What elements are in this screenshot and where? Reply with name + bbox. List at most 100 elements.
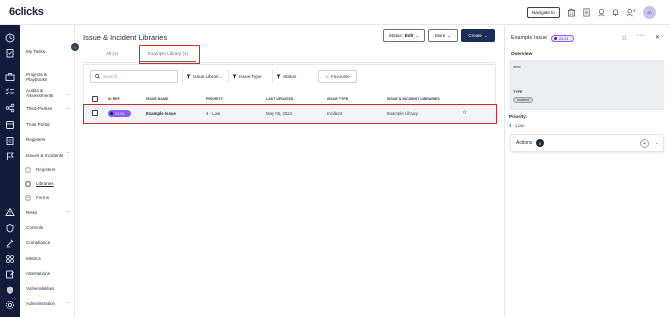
- page-title: Issue & Incident Libraries: [83, 33, 168, 42]
- filter-issue-libraries[interactable]: Issue Librari...: [182, 70, 222, 83]
- collapse-sidebar-button[interactable]: ‹: [71, 43, 79, 51]
- column-header-libraries[interactable]: ISSUE & INCIDENT LIBRARIES: [387, 97, 440, 101]
- column-header-issue-type[interactable]: ISSUE TYPE: [327, 97, 348, 101]
- more-label: More: [434, 33, 446, 38]
- column-header-id-ref[interactable]: ID REF: [108, 97, 120, 101]
- trust-portal-icon[interactable]: [5, 120, 15, 130]
- settings-icon[interactable]: [5, 300, 15, 310]
- network-icon[interactable]: [5, 103, 15, 113]
- building-icon[interactable]: [567, 8, 576, 17]
- detail-id-value: 24.01: [559, 36, 569, 41]
- more-button[interactable]: More ⌄: [428, 29, 458, 42]
- search-placeholder: Search...: [103, 74, 122, 79]
- tab-all[interactable]: All (1): [106, 51, 118, 56]
- avatar[interactable]: JD: [643, 6, 656, 19]
- bell-icon[interactable]: [611, 8, 620, 17]
- top-bar: 6clicks Navigate to JD: [0, 0, 670, 25]
- column-header-issue-name[interactable]: ISSUE NAME: [146, 97, 168, 101]
- briefcase-icon[interactable]: [5, 72, 15, 82]
- badge-dot: [554, 37, 557, 40]
- detail-id-badge: 24.01: [551, 35, 574, 42]
- sidebar-item-registers[interactable]: Registers: [26, 137, 45, 142]
- chevron-down-icon: ⌄: [66, 208, 70, 213]
- ai-assistant-icon[interactable]: [597, 8, 606, 17]
- star-icon[interactable]: ☆: [621, 34, 627, 42]
- navigate-to-button[interactable]: Navigate to: [527, 7, 560, 18]
- sidebar-item-vulnerabilities[interactable]: Vulnerabilities: [26, 286, 54, 291]
- id-badge: 24.01: [108, 110, 131, 117]
- sidebar-item-risks[interactable]: Risks: [26, 210, 37, 215]
- sidebar-item-compliance[interactable]: Compliance: [26, 240, 50, 245]
- user-switch-icon[interactable]: [626, 8, 636, 17]
- status-button[interactable]: Status: Edit ⌄: [383, 29, 425, 42]
- filter-icon: [276, 74, 281, 79]
- sidebar-item-trust-portal[interactable]: Trust Portal: [26, 122, 50, 127]
- document-icon[interactable]: [582, 8, 591, 17]
- sidebar-item-issues-incidents[interactable]: Issues & Incidents: [26, 153, 63, 158]
- filter-icon: [232, 74, 237, 79]
- more-options-icon[interactable]: ···: [637, 32, 644, 39]
- filter-issue-type[interactable]: Issue Type: [228, 70, 262, 83]
- column-header-priority[interactable]: PRIORITY: [206, 97, 223, 101]
- sidebar-item-attestations[interactable]: Attestations: [26, 271, 50, 276]
- detail-title: Example Issue: [511, 35, 548, 41]
- warning-icon[interactable]: [5, 207, 15, 217]
- add-action-button[interactable]: +: [640, 139, 649, 148]
- clock-icon[interactable]: [5, 33, 15, 43]
- sidebar-item-metrics[interactable]: Metrics: [26, 256, 41, 261]
- filter-status[interactable]: Status: [272, 70, 296, 83]
- sidebar-subitem-registers[interactable]: Registers: [36, 167, 55, 172]
- sidebar-item-my-tasks[interactable]: My Tasks: [26, 49, 45, 54]
- register-icon[interactable]: [5, 136, 15, 146]
- attestation-icon[interactable]: [5, 269, 15, 279]
- sidebar-item-third-parties[interactable]: Third-Parties: [26, 106, 52, 111]
- filter-label: Status: [283, 74, 297, 79]
- flag-icon[interactable]: [5, 151, 15, 161]
- chevron-up-icon: ⌄: [66, 151, 70, 156]
- form-icon: [25, 195, 31, 201]
- checklist-icon[interactable]: [5, 87, 15, 97]
- favourite-button[interactable]: ☆ Favourite: [318, 70, 357, 83]
- clipboard-icon[interactable]: [5, 48, 15, 58]
- sidebar-subitem-forms[interactable]: Forms: [36, 195, 49, 200]
- last-updated-cell: May 06, 2024: [266, 111, 293, 116]
- column-header-last-updated[interactable]: LAST UPDATED: [266, 97, 293, 101]
- filter-icon: [186, 74, 191, 79]
- type-chip: Incident: [513, 97, 533, 103]
- status-label: Status:: [388, 33, 403, 38]
- priority-value: 4 - Low: [509, 123, 524, 128]
- sidebar-item-audits[interactable]: Audits & Assessments: [26, 88, 60, 98]
- compliance-icon[interactable]: [5, 238, 15, 248]
- create-label: Create: [468, 33, 482, 38]
- sidebar-subitem-libraries[interactable]: Libraries: [36, 181, 54, 186]
- actions-count-badge: 0: [536, 139, 544, 147]
- badge-dot: [110, 112, 113, 115]
- select-all-checkbox[interactable]: [92, 96, 98, 102]
- chevron-down-icon[interactable]: ⌄: [655, 140, 658, 145]
- tab-highlight-box: [139, 45, 200, 64]
- type-value: Incident: [517, 98, 529, 102]
- sidebar-item-administration[interactable]: Administration: [26, 301, 55, 306]
- chevron-down-icon: ⌄: [483, 32, 488, 38]
- issue-name-cell[interactable]: Example Issue: [146, 111, 176, 116]
- metrics-icon[interactable]: [5, 254, 15, 264]
- create-button[interactable]: Create ⌄: [461, 29, 495, 42]
- type-label: TYPE: [513, 90, 523, 94]
- favourite-star-icon[interactable]: ☆: [462, 109, 467, 116]
- priority-cell: 4 - Low: [206, 111, 221, 116]
- vulnerability-icon[interactable]: [5, 285, 15, 295]
- search-input[interactable]: Search...: [90, 70, 178, 83]
- search-icon: [95, 74, 100, 79]
- sidebar-item-controls[interactable]: Controls: [26, 225, 43, 230]
- close-icon[interactable]: ✕: [655, 34, 660, 41]
- overview-label: Overview: [511, 52, 533, 57]
- sidebar-item-projects[interactable]: Projects & Playbooks: [26, 72, 56, 82]
- library-cell: Example Library: [387, 111, 419, 116]
- chevron-down-icon: ⌄: [447, 32, 452, 38]
- id-ref-value: 24.01: [115, 111, 125, 116]
- chevron-down-icon: ⌄: [66, 91, 70, 96]
- library-icon: [25, 181, 31, 187]
- row-checkbox[interactable]: [92, 110, 98, 116]
- controls-icon[interactable]: [5, 223, 15, 233]
- sidebar-icon-rail: [0, 25, 20, 317]
